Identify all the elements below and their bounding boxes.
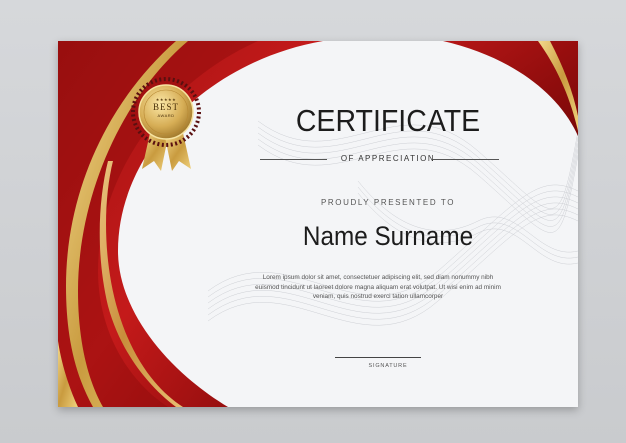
certificate-subtitle: OF APPRECIATION: [340, 154, 436, 163]
certificate-body-text: Lorem ipsum dolor sit amet, consectetuer…: [255, 274, 501, 300]
certificate-title: CERTIFICATE: [295, 103, 481, 138]
signature-label: SIGNATURE: [368, 363, 408, 369]
badge-line1: BEST: [152, 102, 179, 112]
certificate-card: ★★★★★ BEST AWARD CERTIFICATE OF APPRECIA…: [58, 41, 578, 407]
badge-line2: AWARD: [157, 113, 175, 118]
presented-to-label: PROUDLY PRESENTED TO: [320, 198, 456, 207]
signature-line: [335, 357, 421, 358]
divider-right: [432, 159, 499, 160]
background: ★★★★★ BEST AWARD CERTIFICATE OF APPRECIA…: [0, 0, 626, 443]
recipient-name: Name Surname: [302, 221, 474, 251]
